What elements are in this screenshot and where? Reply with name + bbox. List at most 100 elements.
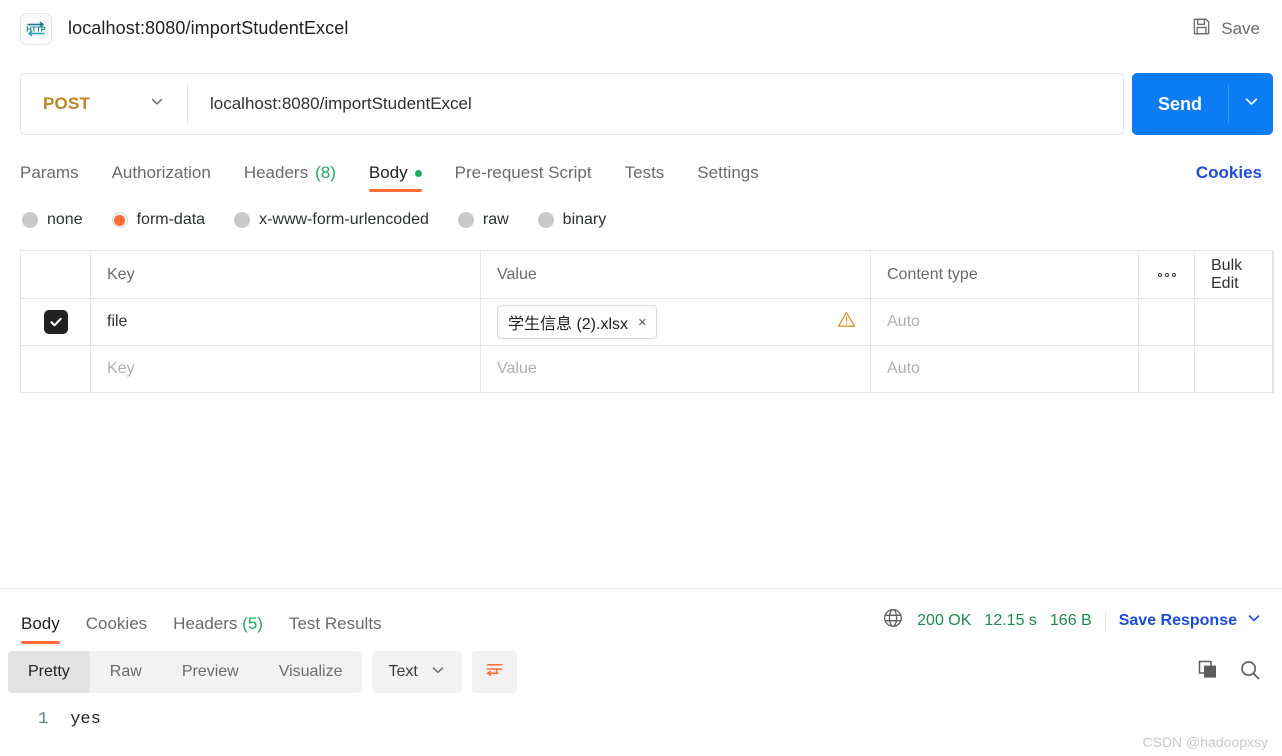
- method-label: POST: [43, 94, 91, 113]
- view-mode-raw[interactable]: Raw: [90, 651, 162, 693]
- warning-triangle-icon[interactable]: [837, 310, 856, 334]
- send-options-button[interactable]: [1229, 73, 1273, 135]
- row-content-type-input[interactable]: Auto: [871, 299, 1139, 345]
- view-mode-pretty[interactable]: Pretty: [8, 651, 90, 693]
- response-tab-headers-label: Headers: [173, 614, 238, 633]
- row-value-cell: 学生信息 (2).xlsx ×: [481, 299, 871, 345]
- url-input[interactable]: localhost:8080/importStudentExcel: [188, 74, 1123, 134]
- row-trailing-cell: [1195, 299, 1273, 345]
- response-pane: Body Cookies Headers (5) Test Results 20…: [0, 588, 1282, 756]
- row-checkbox-checked[interactable]: [43, 310, 68, 334]
- header-key: Key: [91, 251, 481, 298]
- response-tab-headers-count: (5): [242, 614, 263, 633]
- row-trailing-cell: [1195, 346, 1273, 392]
- radio-icon: [22, 212, 38, 228]
- tab-headers[interactable]: Headers (8): [244, 163, 336, 192]
- response-tab-body-label: Body: [21, 614, 60, 633]
- request-title: localhost:8080/importStudentExcel: [68, 18, 349, 38]
- body-type-form-data-label: form-data: [136, 211, 206, 228]
- body-modified-dot-icon: [414, 169, 422, 177]
- radio-icon: [457, 212, 474, 228]
- tab-headers-label: Headers: [243, 163, 309, 182]
- body-type-radio-group: none form-data x-www-form-urlencoded raw…: [22, 206, 1282, 234]
- response-body-content[interactable]: 1 yes: [0, 700, 1282, 729]
- table-options-button[interactable]: [1139, 251, 1195, 298]
- cookies-link[interactable]: Cookies: [1196, 163, 1262, 183]
- send-group: Send: [1132, 73, 1273, 135]
- word-wrap-icon: [484, 659, 505, 685]
- body-type-x-www-form-urlencoded[interactable]: x-www-form-urlencoded: [234, 211, 429, 229]
- table-row: file 学生信息 (2).xlsx × Auto: [21, 299, 1273, 346]
- bulk-edit-button[interactable]: Bulk Edit: [1195, 251, 1273, 298]
- response-tab-test-results[interactable]: Test Results: [289, 614, 382, 644]
- tab-settings-label: Settings: [697, 163, 759, 182]
- close-icon[interactable]: ×: [638, 315, 647, 330]
- chevron-down-icon: [1243, 93, 1260, 115]
- body-type-none[interactable]: none: [22, 211, 83, 229]
- radio-selected-icon: [111, 212, 128, 228]
- row-value-input[interactable]: Value: [481, 346, 871, 392]
- chevron-down-icon: [149, 94, 165, 115]
- tab-tests-label: Tests: [624, 163, 665, 182]
- body-type-none-label: none: [47, 211, 83, 228]
- response-view-bar: Pretty Raw Preview Visualize Text: [0, 644, 1282, 700]
- header-content-type: Content type: [871, 251, 1139, 298]
- response-tab-headers[interactable]: Headers (5): [173, 614, 263, 644]
- body-type-form-data[interactable]: form-data: [111, 211, 206, 229]
- view-mode-preview[interactable]: Preview: [162, 651, 259, 693]
- save-button-label: Save: [1221, 19, 1260, 38]
- response-tab-cookies[interactable]: Cookies: [86, 614, 147, 644]
- row-options-cell[interactable]: [1139, 299, 1195, 345]
- tab-headers-count: (8): [315, 163, 336, 182]
- row-key-input[interactable]: Key: [91, 346, 481, 392]
- tab-body-label: Body: [368, 163, 408, 182]
- table-header-row: Key Value Content type Bulk Edit: [21, 251, 1273, 299]
- response-tabs: Body Cookies Headers (5) Test Results 20…: [0, 589, 1282, 644]
- method-selector[interactable]: POST: [21, 74, 187, 134]
- tab-pre-request-script[interactable]: Pre-request Script: [455, 163, 592, 192]
- watermark: CSDN @hadoopxsy: [1142, 734, 1269, 750]
- radio-icon: [234, 212, 251, 228]
- header-value: Value: [481, 251, 871, 298]
- save-button[interactable]: Save: [1189, 12, 1262, 46]
- body-type-raw[interactable]: raw: [457, 211, 509, 229]
- svg-text:HTTP: HTTP: [26, 24, 45, 33]
- response-status[interactable]: 200 OK: [917, 612, 971, 630]
- tab-authorization-label: Authorization: [111, 163, 211, 182]
- view-mode-visualize[interactable]: Visualize: [259, 651, 363, 693]
- word-wrap-button[interactable]: [471, 651, 517, 693]
- chevron-down-icon: [430, 662, 446, 683]
- response-tab-test-results-label: Test Results: [288, 614, 382, 633]
- response-tab-body[interactable]: Body: [21, 614, 60, 644]
- tab-authorization[interactable]: Authorization: [112, 163, 211, 192]
- row-checkbox-cell: [21, 299, 91, 345]
- title-bar: HTTP localhost:8080/importStudentExcel S…: [0, 0, 1282, 57]
- tab-settings[interactable]: Settings: [697, 163, 758, 192]
- tab-params[interactable]: Params: [20, 163, 79, 192]
- copy-icon[interactable]: [1196, 658, 1220, 687]
- form-data-table: Key Value Content type Bulk Edit file 学生…: [20, 250, 1274, 393]
- row-checkbox-cell[interactable]: [21, 346, 91, 392]
- format-selector[interactable]: Text: [372, 651, 462, 693]
- send-button[interactable]: Send: [1132, 73, 1228, 135]
- response-time[interactable]: 12.15 s: [984, 612, 1036, 630]
- tab-tests[interactable]: Tests: [625, 163, 665, 192]
- row-options-cell[interactable]: [1139, 346, 1195, 392]
- file-chip-label: 学生信息 (2).xlsx: [508, 316, 629, 333]
- request-tabs: Params Authorization Headers (8) Body Pr…: [20, 154, 1262, 192]
- file-chip[interactable]: 学生信息 (2).xlsx ×: [497, 305, 657, 339]
- body-type-binary[interactable]: binary: [537, 211, 606, 229]
- search-icon[interactable]: [1238, 658, 1262, 687]
- row-content-type-input[interactable]: Auto: [871, 346, 1139, 392]
- globe-icon[interactable]: [882, 607, 904, 634]
- tab-params-label: Params: [20, 163, 79, 182]
- save-response-button[interactable]: Save Response: [1119, 610, 1262, 631]
- floppy-disk-icon: [1191, 16, 1212, 42]
- row-key-input[interactable]: file: [91, 299, 481, 345]
- response-size[interactable]: 166 B: [1050, 612, 1092, 630]
- line-number: 1: [38, 710, 49, 729]
- response-meta: 200 OK 12.15 s 166 B Save Response: [882, 607, 1262, 634]
- tab-body[interactable]: Body: [368, 163, 422, 192]
- line-content: yes: [70, 710, 101, 729]
- http-protocol-icon: HTTP: [20, 12, 52, 45]
